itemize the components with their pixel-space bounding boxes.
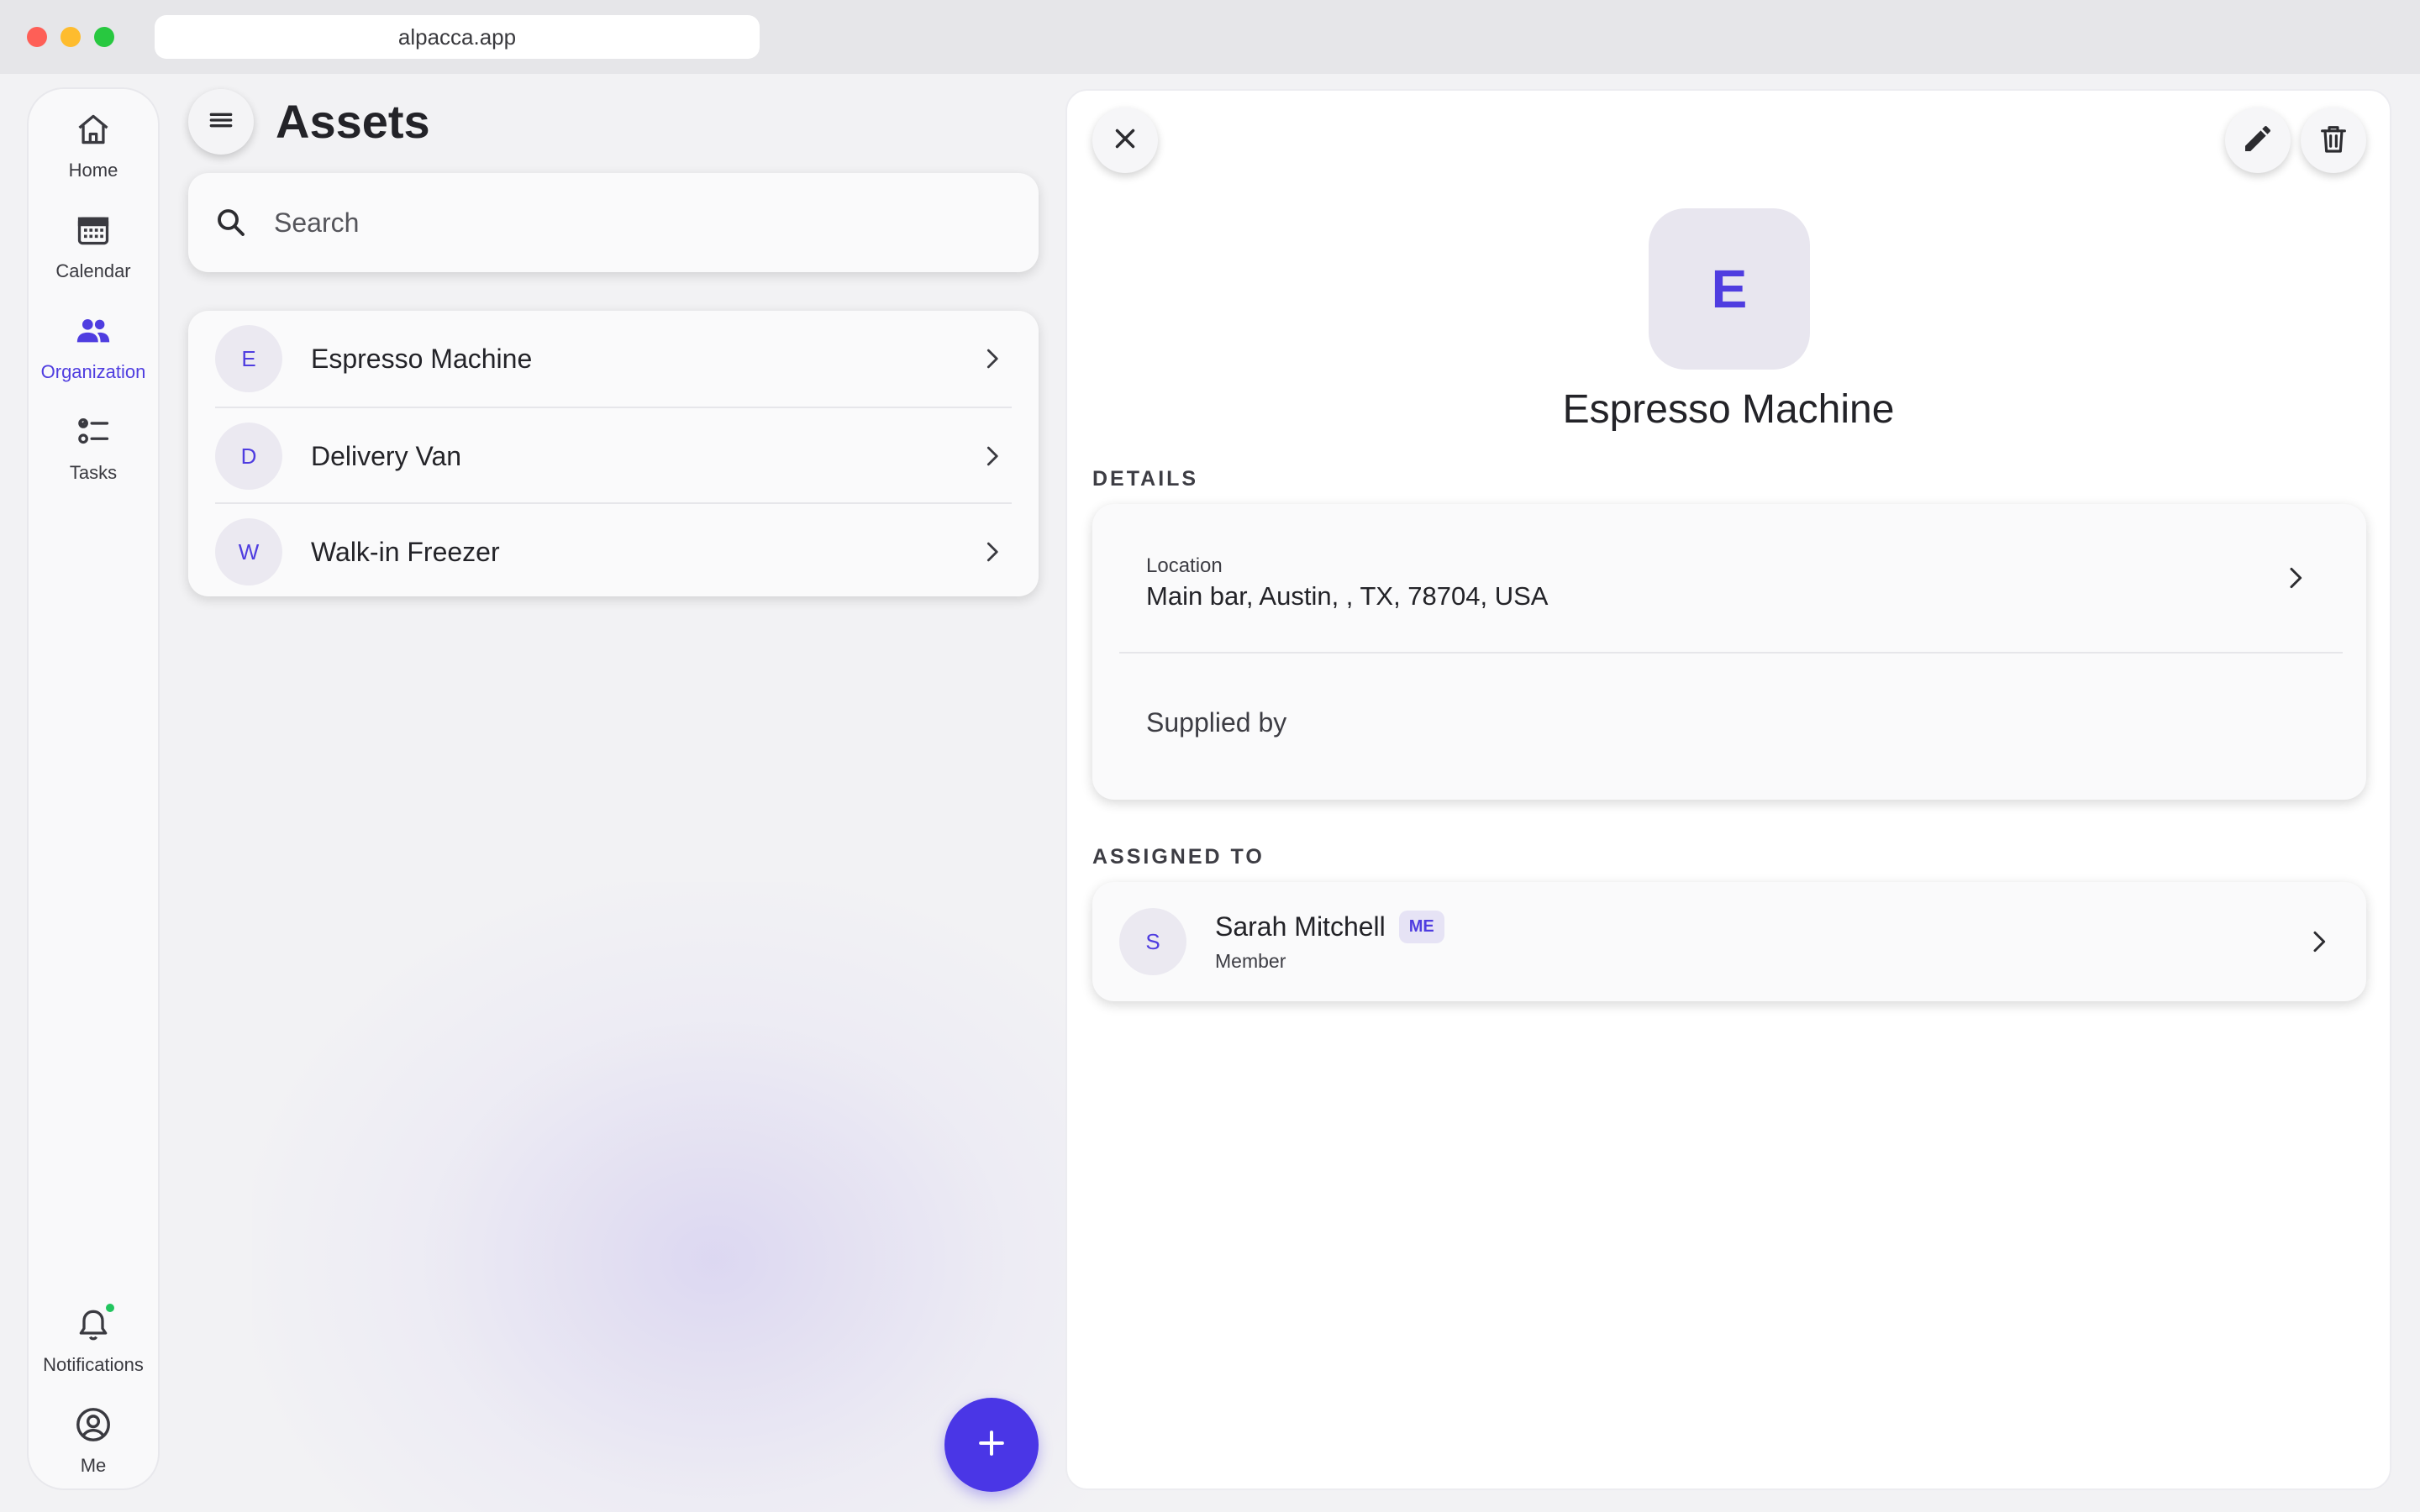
asset-name: Delivery Van — [311, 440, 462, 471]
location-label: Location — [1146, 554, 1223, 577]
location-row[interactable]: Location Main bar, Austin, , TX, 78704, … — [1092, 504, 2366, 652]
home-icon — [73, 109, 113, 150]
chevron-right-icon — [2306, 928, 2333, 955]
page-title: Assets — [276, 95, 430, 148]
asset-row-walk-in-freezer[interactable]: W Walk-in Freezer — [188, 504, 1039, 600]
edit-button[interactable] — [2225, 108, 2291, 173]
me-badge: ME — [1398, 911, 1444, 943]
location-value: Main bar, Austin, , TX, 78704, USA — [1146, 581, 1549, 611]
nav-label-tasks: Tasks — [69, 462, 118, 483]
maximize-window-button[interactable] — [94, 27, 114, 47]
tasks-icon — [73, 412, 113, 452]
url-text: alpacca.app — [397, 24, 517, 50]
nav-item-organization[interactable]: Organization — [29, 299, 158, 391]
assigned-section-label: ASSIGNED TO — [1092, 845, 1265, 869]
chevron-right-icon — [980, 539, 1005, 564]
nav-rail: Home Calendar Organization Tasks Notific… — [27, 87, 160, 1490]
chevron-right-icon — [2282, 564, 2309, 591]
asset-name: Espresso Machine — [311, 343, 533, 374]
asset-avatar: W — [215, 518, 282, 585]
menu-button[interactable] — [188, 89, 254, 155]
delete-button[interactable] — [2301, 108, 2366, 173]
close-detail-button[interactable] — [1092, 108, 1158, 173]
pencil-icon — [2241, 122, 2275, 160]
search-bar[interactable] — [188, 173, 1039, 272]
nav-label-calendar: Calendar — [55, 260, 131, 281]
chevron-right-icon — [980, 444, 1005, 469]
asset-list: E Espresso Machine D Delivery Van W Walk… — [188, 311, 1039, 596]
assigned-card: S Sarah Mitchell ME Member — [1092, 882, 2366, 1001]
url-bar[interactable]: alpacca.app — [155, 15, 760, 59]
nav-label-organization: Organization — [40, 361, 146, 382]
asset-row-delivery-van[interactable]: D Delivery Van — [188, 408, 1039, 504]
assignee-info: Sarah Mitchell ME Member — [1215, 911, 2306, 973]
nav-item-notifications[interactable]: Notifications — [29, 1292, 158, 1384]
close-window-button[interactable] — [27, 27, 47, 47]
trash-icon — [2317, 122, 2350, 160]
user-circle-icon — [73, 1404, 113, 1445]
search-input[interactable] — [274, 207, 988, 239]
close-icon — [1109, 123, 1141, 159]
assignee-role: Member — [1215, 950, 1286, 972]
nav-item-calendar[interactable]: Calendar — [29, 198, 158, 291]
details-section-label: DETAILS — [1092, 467, 1199, 491]
hamburger-icon — [204, 103, 238, 141]
detail-title: Espresso Machine — [1562, 387, 1895, 432]
nav-label-me: Me — [80, 1455, 107, 1476]
asset-avatar: E — [215, 325, 282, 392]
browser-titlebar: alpacca.app — [0, 0, 2420, 74]
detail-avatar: E — [1649, 208, 1810, 370]
nav-label-notifications: Notifications — [43, 1354, 144, 1375]
assignee-name-line: Sarah Mitchell ME — [1215, 911, 2306, 943]
assignee-row[interactable]: S Sarah Mitchell ME Member — [1092, 882, 2366, 1001]
assignee-name: Sarah Mitchell — [1215, 911, 1386, 942]
nav-item-home[interactable]: Home — [29, 97, 158, 190]
assignee-avatar: S — [1119, 908, 1186, 975]
nav-item-me[interactable]: Me — [29, 1393, 158, 1485]
nav-label-home: Home — [68, 160, 118, 181]
nav-item-tasks[interactable]: Tasks — [29, 400, 158, 492]
asset-avatar: D — [215, 423, 282, 490]
minimize-window-button[interactable] — [60, 27, 81, 47]
calendar-icon — [73, 210, 113, 250]
notification-dot — [104, 1302, 116, 1314]
chevron-right-icon — [980, 346, 1005, 371]
asset-name: Walk-in Freezer — [311, 536, 500, 567]
plus-icon — [973, 1425, 1010, 1466]
add-asset-button[interactable] — [944, 1398, 1039, 1492]
asset-row-espresso-machine[interactable]: E Espresso Machine — [188, 311, 1039, 407]
people-icon — [73, 311, 113, 351]
supplied-by-label: Supplied by — [1146, 707, 1287, 738]
card-divider — [1119, 652, 2343, 654]
details-card: Location Main bar, Austin, , TX, 78704, … — [1092, 504, 2366, 800]
search-icon — [210, 202, 252, 244]
